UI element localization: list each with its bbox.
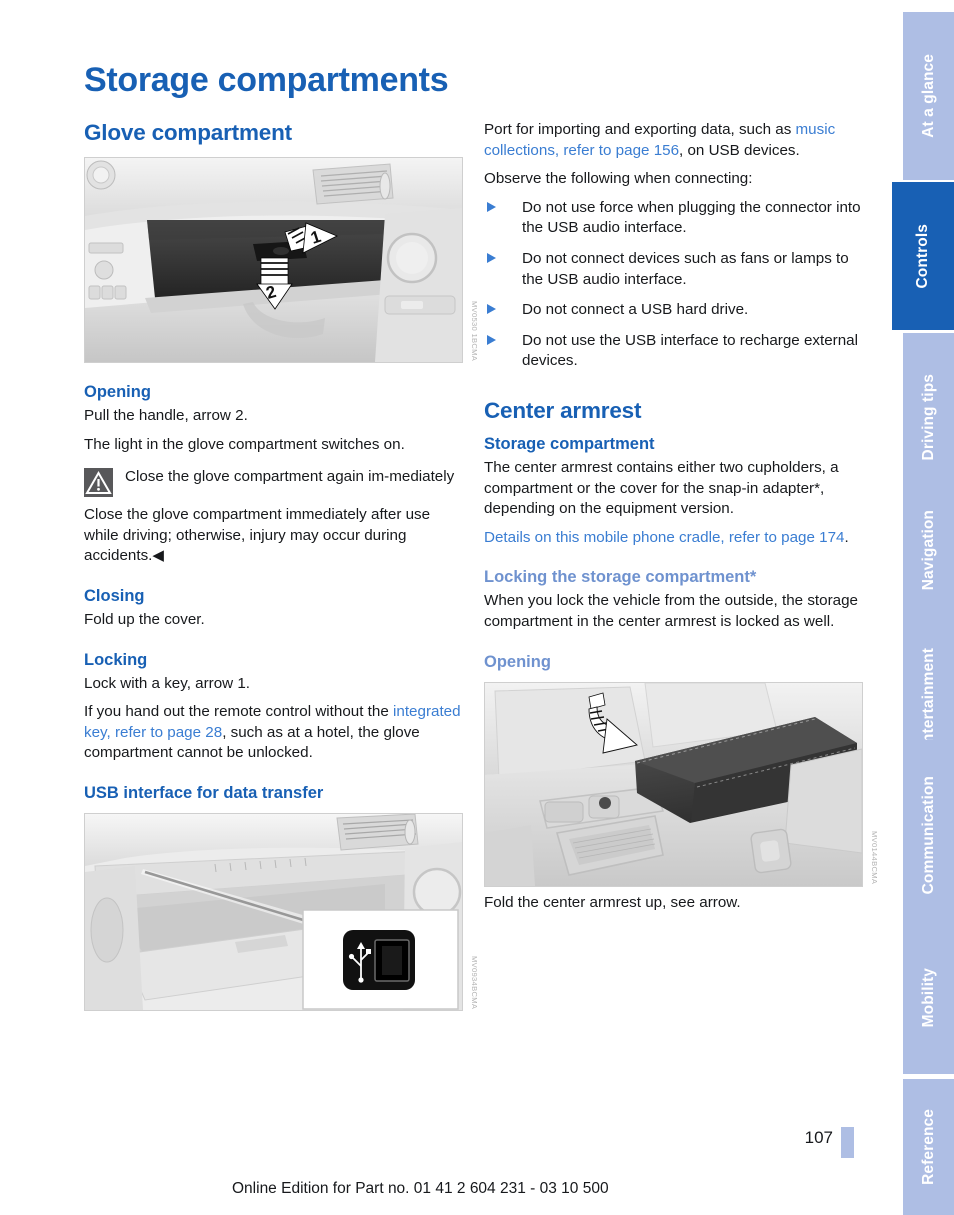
figure-center-armrest: MV0144BCMA bbox=[484, 681, 879, 887]
glove-compartment-illustration: 1 2 bbox=[85, 158, 462, 362]
page-content: Storage compartments Glove compartment 1… bbox=[0, 0, 885, 1215]
usb-intro-post: , on USB devices. bbox=[679, 141, 800, 159]
text-usb-intro-p1: Port for importing and exporting data, s… bbox=[484, 120, 863, 161]
figure-usb-interface: MV0934BCMA bbox=[84, 812, 479, 1011]
tab-label: Mobility bbox=[919, 968, 937, 1028]
storage-p2-post: . bbox=[844, 528, 849, 546]
usb-interface-illustration bbox=[85, 813, 462, 1010]
triangle-bullet-icon bbox=[487, 201, 496, 212]
text-armrest-caption: Fold the center armrest up, see arrow. bbox=[484, 893, 741, 911]
usb-precautions-list: Do not use force when plugging the conne… bbox=[484, 198, 863, 372]
text-warning-body: Close the glove compartment immediately … bbox=[84, 505, 463, 567]
warning-body-text: Close the glove compartment immediately … bbox=[84, 506, 431, 565]
page-number: 107 bbox=[804, 1128, 833, 1147]
tab-at-a-glance[interactable]: At a glance bbox=[903, 12, 954, 180]
tab-label: Navigation bbox=[919, 509, 937, 591]
usb-intro-pre: Port for importing and exporting data, s… bbox=[484, 121, 796, 138]
list-item: Do not connect devices such as fans or l… bbox=[484, 249, 863, 290]
text-locking-storage-p1: When you lock the vehicle from the outsi… bbox=[484, 592, 858, 630]
section-tab-rail: At a glance Controls Driving tips Naviga… bbox=[885, 0, 954, 1215]
figure-code: MV0144BCMA bbox=[870, 831, 879, 885]
heading-opening: Opening bbox=[84, 383, 151, 401]
page-title: Storage compartments bbox=[84, 60, 449, 99]
warning-block: Close the glove compartment again im-med… bbox=[84, 467, 463, 498]
text-closing-p1: Fold up the cover. bbox=[84, 610, 205, 628]
heading-closing: Closing bbox=[84, 586, 145, 605]
list-item-label: Do not use the USB interface to recharge… bbox=[522, 331, 859, 370]
text-locking-p2: If you hand out the remote control witho… bbox=[84, 702, 463, 764]
tab-controls[interactable]: Controls bbox=[892, 182, 954, 330]
text-opening-p1: Pull the handle, arrow 2. bbox=[84, 407, 248, 424]
section-heading-center-armrest: Center armrest bbox=[484, 397, 642, 423]
section-heading-glove-compartment: Glove compartment bbox=[84, 120, 292, 145]
footer-note: Online Edition for Part no. 01 41 2 604 … bbox=[232, 1180, 609, 1197]
warning-title: Close the glove compartment again im-med… bbox=[125, 468, 455, 486]
triangle-bullet-icon bbox=[487, 334, 496, 345]
heading-locking-storage-compartment: Locking the storage compartment* bbox=[484, 568, 757, 587]
list-item: Do not connect a USB hard drive. bbox=[484, 300, 863, 321]
tab-label: At a glance bbox=[919, 54, 937, 138]
link-mobile-phone-cradle[interactable]: Details on this mobile phone cradle, ref… bbox=[484, 529, 845, 546]
usb-port-inset bbox=[302, 909, 459, 1010]
tab-label: Entertainment bbox=[919, 647, 937, 754]
tab-mobility[interactable]: Mobility bbox=[903, 922, 954, 1074]
warning-triangle-icon bbox=[84, 468, 113, 498]
figure-glove-compartment: 1 2 MV0530 1BCMA bbox=[84, 157, 479, 363]
triangle-bullet-icon bbox=[487, 252, 496, 263]
figure-code: MV0934BCMA bbox=[470, 955, 479, 1009]
text-storage-compartment-p2: Details on this mobile phone cradle, ref… bbox=[484, 528, 863, 549]
tab-label: Controls bbox=[914, 223, 932, 289]
heading-locking: Locking bbox=[84, 650, 148, 669]
text-locking-p1: Lock with a key, arrow 1. bbox=[84, 674, 251, 692]
figure-code: MV0530 1BCMA bbox=[470, 300, 479, 361]
page-number-bar bbox=[841, 1127, 854, 1158]
tab-label: Communication bbox=[919, 775, 937, 895]
tab-label: Driving tips bbox=[919, 373, 937, 461]
text-storage-compartment-p1: The center armrest contains either two c… bbox=[484, 458, 839, 518]
list-item: Do not use force when plugging the conne… bbox=[484, 198, 863, 239]
left-column: Glove compartment 1 2 MV0530 1BCMA Openi… bbox=[84, 120, 479, 1017]
heading-armrest-opening: Opening bbox=[484, 652, 551, 671]
right-column: Port for importing and exporting data, s… bbox=[484, 120, 879, 921]
triangle-bullet-icon bbox=[487, 304, 496, 315]
tab-reference[interactable]: Reference bbox=[903, 1079, 954, 1215]
text-usb-intro-p2: Observe the following when connecting: bbox=[484, 170, 753, 188]
list-item: Do not use the USB interface to recharge… bbox=[484, 331, 863, 372]
list-item-label: Do not connect a USB hard drive. bbox=[522, 301, 749, 319]
list-item-label: Do not connect devices such as fans or l… bbox=[522, 249, 849, 288]
tab-label: Reference bbox=[919, 1109, 937, 1185]
text-opening-p2: The light in the glove compartment switc… bbox=[84, 435, 405, 453]
center-armrest-illustration bbox=[485, 682, 862, 886]
list-item-label: Do not use force when plugging the conne… bbox=[522, 198, 861, 237]
heading-storage-compartment: Storage compartment bbox=[484, 434, 655, 453]
warning-end-mark: ◀ bbox=[152, 547, 165, 565]
heading-usb-interface: USB interface for data transfer bbox=[84, 783, 324, 802]
locking-p2-pre: If you hand out the remote control witho… bbox=[84, 703, 394, 721]
manual-page: At a glance Controls Driving tips Naviga… bbox=[0, 0, 954, 1215]
tab-communication[interactable]: Communication bbox=[903, 740, 954, 930]
